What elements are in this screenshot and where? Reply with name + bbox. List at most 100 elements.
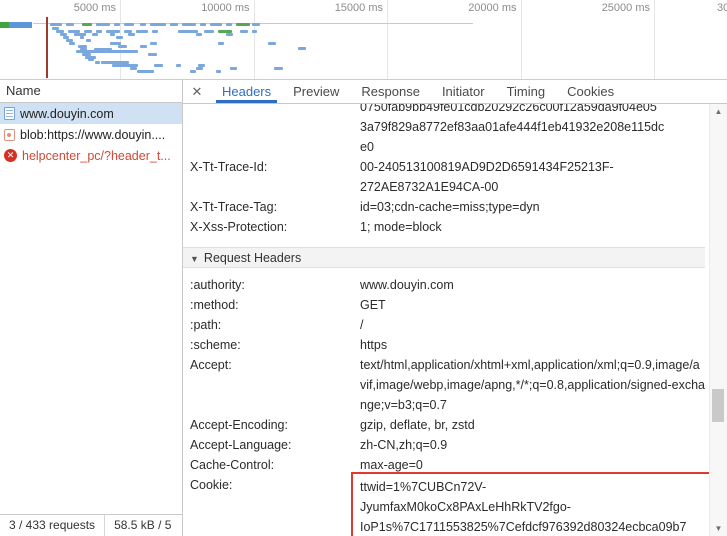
header-value: /	[360, 315, 705, 335]
waterfall-bar	[178, 30, 198, 33]
header-name: X-Tt-Trace-Id:	[190, 157, 360, 197]
waterfall-bar	[86, 39, 91, 42]
header-row: :method:GET	[190, 295, 727, 315]
waterfall-bar	[116, 36, 123, 39]
header-value: gzip, deflate, br, zstd	[360, 415, 705, 435]
header-value-line: ttwid=1%7CUBCn72V-	[360, 477, 703, 497]
waterfall-bar	[216, 70, 221, 73]
header-row: X-Tt-Trace-Id:00-240513100819AD9D2D65914…	[190, 157, 727, 197]
waterfall-bar	[150, 42, 157, 45]
requests-panel: Name www.douyin.comblob:https://www.douy…	[0, 80, 183, 536]
waterfall-bar	[124, 23, 134, 26]
request-row-label: helpcenter_pc/?header_t...	[22, 149, 171, 163]
scroll-down-icon[interactable]: ▼	[710, 521, 727, 536]
scroll-up-icon[interactable]: ▲	[710, 104, 727, 119]
header-row: Accept-Language:zh-CN,zh;q=0.9	[190, 435, 727, 455]
waterfall-bar	[226, 33, 233, 36]
waterfall-bar	[148, 53, 157, 56]
header-name: :scheme:	[190, 335, 360, 355]
waterfall-bar	[252, 30, 257, 33]
timeline-gridline	[521, 0, 522, 79]
waterfall-bar	[274, 67, 283, 70]
header-value: GET	[360, 295, 705, 315]
waterfall-bar	[140, 23, 146, 26]
waterfall-bar	[200, 23, 206, 26]
waterfall-bar	[298, 47, 306, 50]
waterfall-bar	[50, 23, 62, 26]
waterfall-bar	[128, 33, 135, 36]
name-column-header[interactable]: Name	[0, 80, 182, 103]
cookie-highlight-box: ttwid=1%7CUBCn72V-JyumfaxM0koCx8PAxLeHhR…	[351, 472, 712, 536]
header-name: Cookie:	[190, 475, 360, 536]
waterfall-bar	[154, 64, 163, 67]
header-row: 0750fab9bb49fe01cdb20292c26c00f12a59da9f…	[190, 104, 727, 157]
request-headers-section[interactable]: ▼Request Headers	[183, 247, 705, 268]
header-value: ttwid=1%7CUBCn72V-JyumfaxM0koCx8PAxLeHhR…	[360, 475, 705, 536]
header-name	[190, 104, 360, 157]
waterfall-bar	[182, 23, 196, 26]
waterfall-bar	[190, 70, 196, 73]
request-row[interactable]: www.douyin.com	[0, 103, 182, 124]
waterfall-bar	[82, 23, 92, 26]
waterfall-bar	[130, 67, 137, 70]
headers-content: 0750fab9bb49fe01cdb20292c26c00f12a59da9f…	[183, 104, 727, 536]
waterfall-bar	[152, 30, 158, 33]
waterfall-bar	[170, 23, 178, 26]
header-value: zh-CN,zh;q=0.9	[360, 435, 705, 455]
tab-cookies[interactable]: Cookies	[556, 80, 625, 103]
load-event-line	[46, 17, 48, 78]
header-name: :authority:	[190, 275, 360, 295]
header-name: :method:	[190, 295, 360, 315]
header-value: www.douyin.com	[360, 275, 705, 295]
close-icon[interactable]: ✕	[183, 84, 211, 100]
timeline-tick-label: 5000 ms	[30, 2, 116, 14]
header-name: Cache-Control:	[190, 455, 360, 475]
scroll-thumb[interactable]	[712, 389, 724, 422]
header-value: https	[360, 335, 705, 355]
tab-response[interactable]: Response	[350, 80, 431, 103]
waterfall-bar	[140, 45, 147, 48]
timeline-overview[interactable]: 5000 ms10000 ms15000 ms20000 ms25000 ms3…	[0, 0, 727, 80]
waterfall-bar	[69, 42, 75, 45]
header-value: id=03;cdn-cache=miss;type=dyn	[360, 197, 705, 217]
tab-preview[interactable]: Preview	[282, 80, 350, 103]
scrollbar[interactable]: ▲ ▼	[709, 104, 727, 536]
timeline-tick-label: 25000 ms	[564, 2, 650, 14]
waterfall-bar	[268, 42, 276, 45]
header-name: Accept:	[190, 355, 360, 415]
header-row: :authority:www.douyin.com	[190, 275, 727, 295]
tab-initiator[interactable]: Initiator	[431, 80, 496, 103]
tab-timing[interactable]: Timing	[496, 80, 557, 103]
waterfall-bar	[96, 23, 110, 26]
overview-first-request-bar-green	[0, 22, 9, 28]
tab-headers[interactable]: Headers	[211, 80, 282, 103]
waterfall-bar	[196, 33, 202, 36]
header-value: text/html,application/xhtml+xml,applicat…	[360, 355, 705, 415]
request-detail-panel: ✕ HeadersPreviewResponseInitiatorTimingC…	[183, 80, 727, 536]
status-bar: 3 / 433 requests 58.5 kB / 5	[0, 514, 182, 536]
timeline-gridline	[654, 0, 655, 79]
header-row: Accept-Encoding:gzip, deflate, br, zstd	[190, 415, 727, 435]
header-value: 00-240513100819AD9D2D6591434F25213F-272A…	[360, 157, 705, 197]
overview-first-request-bar-blue	[9, 22, 32, 28]
request-count: 3 / 433 requests	[0, 515, 105, 536]
waterfall-bar	[252, 23, 260, 26]
collapse-triangle-icon: ▼	[190, 254, 199, 264]
header-value-line: JyumfaxM0koCx8PAxLeHhRkTV2fgo-	[360, 497, 703, 517]
header-value: 1; mode=block	[360, 217, 705, 237]
request-row[interactable]: blob:https://www.douyin....	[0, 124, 182, 145]
transfer-size: 58.5 kB / 5	[105, 515, 180, 536]
timeline-tick-label: 20000 ms	[431, 2, 517, 14]
header-value-line: IoP1s%7C1711553825%7Cefdcf976392d80324ec…	[360, 517, 703, 536]
request-row[interactable]: helpcenter_pc/?header_t...	[0, 145, 182, 166]
header-row: X-Tt-Trace-Tag:id=03;cdn-cache=miss;type…	[190, 197, 727, 217]
timeline-tick-label: 10000 ms	[164, 2, 250, 14]
waterfall-bar	[95, 61, 100, 64]
error-icon	[4, 149, 17, 162]
header-value: 0750fab9bb49fe01cdb20292c26c00f12a59da9f…	[360, 104, 705, 157]
timeline-tick-label-edge: 30	[717, 2, 727, 14]
detail-tabs: ✕ HeadersPreviewResponseInitiatorTimingC…	[183, 80, 727, 104]
header-row: :path:/	[190, 315, 727, 335]
waterfall-bar	[218, 42, 224, 45]
header-value-line: 0750fab9bb49fe01cdb20292c26c00f12a59da9f…	[360, 104, 705, 117]
